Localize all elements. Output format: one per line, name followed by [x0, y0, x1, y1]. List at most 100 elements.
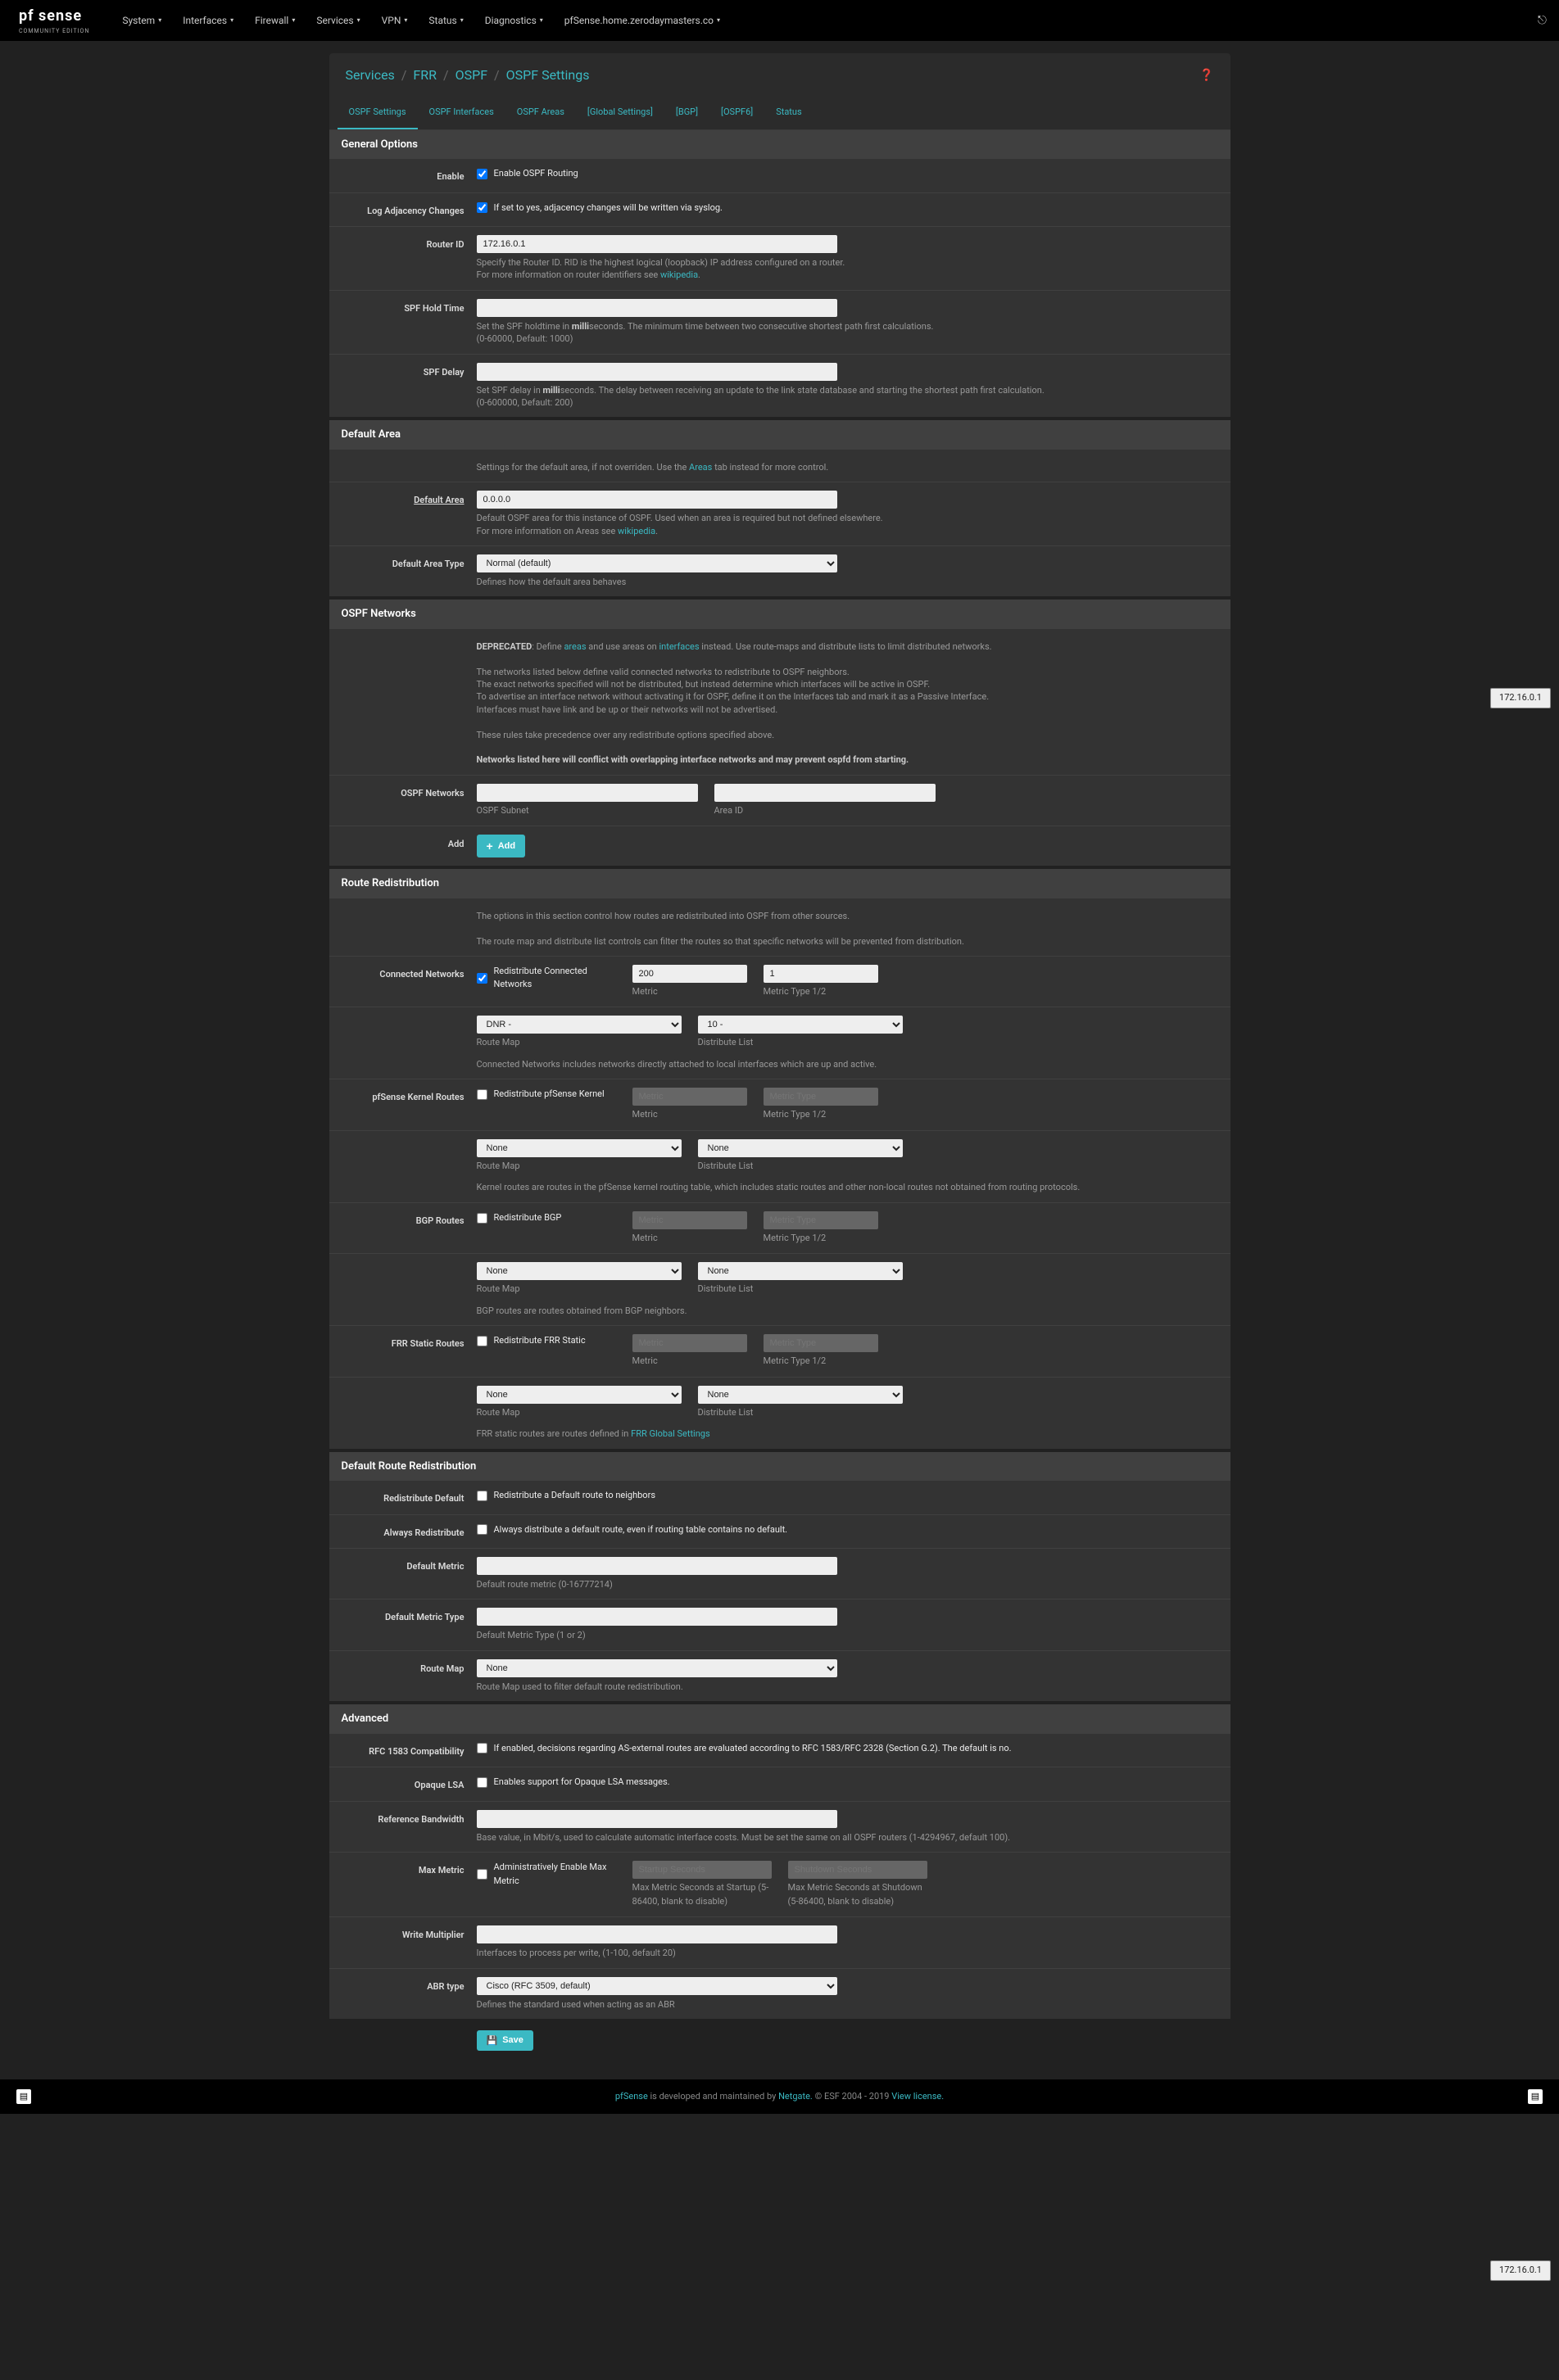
caret-icon: ▾ [158, 16, 161, 25]
crumb-ospf[interactable]: OSPF [455, 66, 487, 85]
input-bgp-metric[interactable] [632, 1211, 747, 1229]
select-frr-distlist[interactable]: None [698, 1386, 903, 1404]
nav-diagnostics[interactable]: Diagnostics▾ [475, 2, 553, 39]
select-frr-routemap[interactable]: None [477, 1386, 682, 1404]
panel-header-default-area: Default Area [329, 420, 1230, 450]
select-defroute-routemap[interactable]: None [477, 1659, 837, 1677]
link-frr-global[interactable]: FRR Global Settings [631, 1428, 710, 1439]
input-default-metric-type[interactable] [477, 1608, 837, 1626]
help-bgp: BGP routes are routes obtained from BGP … [477, 1305, 1214, 1317]
nav-system[interactable]: System▾ [112, 2, 171, 39]
select-default-area-type[interactable]: Normal (default) [477, 554, 837, 572]
brand-logo[interactable]: pf sense COMMUNITY EDITION [12, 2, 96, 39]
link-areas[interactable]: areas [564, 641, 586, 652]
link-pfsense[interactable]: pfSense [615, 2091, 648, 2102]
help-ref-bandwidth: Base value, in Mbit/s, used to calculate… [477, 1831, 1214, 1844]
input-ref-bandwidth[interactable] [477, 1810, 837, 1828]
tab-ospf-settings[interactable]: OSPF Settings [338, 97, 418, 129]
crumb-ospf-settings[interactable]: OSPF Settings [506, 66, 590, 85]
select-bgp-routemap[interactable]: None [477, 1262, 682, 1280]
nav-hostname[interactable]: pfSense.home.zerodaymasters.co▾ [555, 2, 730, 39]
desc-opaque-lsa: Enables support for Opaque LSA messages. [494, 1776, 670, 1790]
select-abr-type[interactable]: Cisco (RFC 3509, default) [477, 1977, 837, 1995]
checkbox-redist-default[interactable] [477, 1491, 487, 1501]
input-conn-metric[interactable] [632, 965, 747, 983]
link-netgate[interactable]: Netgate. [778, 2091, 813, 2102]
desc-log-adjacency: If set to yes, adjacency changes will be… [494, 201, 723, 215]
logout-icon[interactable]: ⎋ [1538, 12, 1547, 29]
nav-interfaces[interactable]: Interfaces▾ [173, 2, 243, 39]
panel-header-ospf-networks: OSPF Networks [329, 600, 1230, 629]
help-router-id: Specify the Router ID. RID is the highes… [477, 256, 1214, 282]
label-spf-delay: SPF Delay [329, 363, 477, 409]
help-deprecated: DEPRECATED: Define areas and use areas o… [477, 640, 1230, 767]
tab-ospf-interfaces[interactable]: OSPF Interfaces [418, 97, 505, 129]
input-spf-hold[interactable] [477, 299, 837, 317]
select-conn-routemap[interactable]: DNR - [477, 1016, 682, 1034]
input-frr-metric[interactable] [632, 1334, 747, 1352]
checkbox-always-redist[interactable] [477, 1524, 487, 1535]
sublabel-metric: Metric [632, 985, 747, 999]
input-ospf-subnet[interactable] [477, 784, 698, 802]
label-default-area[interactable]: Default Area [329, 491, 477, 537]
link-wikipedia-area[interactable]: wikipedia [618, 526, 655, 536]
footer-text: pfSense is developed and maintained by N… [31, 2090, 1528, 2104]
select-kernel-distlist[interactable]: None [698, 1139, 903, 1157]
checkbox-log-adjacency[interactable] [477, 202, 487, 213]
crumb-services[interactable]: Services [346, 66, 395, 85]
input-bgp-mtype[interactable] [764, 1211, 878, 1229]
scroll-top-icon[interactable]: ▤ [16, 2089, 31, 2104]
nav-vpn[interactable]: VPN▾ [372, 2, 418, 39]
checkbox-frr-static[interactable] [477, 1336, 487, 1346]
tab-ospf6[interactable]: [OSPF6] [709, 97, 764, 129]
checkbox-opaque-lsa[interactable] [477, 1777, 487, 1788]
tabs: OSPF Settings OSPF Interfaces OSPF Areas… [329, 97, 1230, 130]
label-bgp-routes: BGP Routes [329, 1211, 477, 1246]
select-conn-distlist[interactable]: 10 - [698, 1016, 903, 1034]
input-conn-mtype[interactable] [764, 965, 878, 983]
input-default-metric[interactable] [477, 1557, 837, 1575]
help-frr-static: FRR static routes are routes defined in … [477, 1428, 1214, 1440]
link-view-license[interactable]: View license. [891, 2091, 944, 2102]
input-write-multiplier[interactable] [477, 1925, 837, 1943]
checkbox-enable[interactable] [477, 169, 487, 179]
desc-always-redist: Always distribute a default route, even … [494, 1523, 788, 1537]
checkbox-connected[interactable] [477, 973, 487, 984]
label-rfc1583: RFC 1583 Compatibility [329, 1742, 477, 1759]
crumb-frr[interactable]: FRR [413, 66, 437, 85]
link-areas-tab[interactable]: Areas [689, 462, 712, 473]
nav-status[interactable]: Status▾ [419, 2, 473, 39]
scroll-bottom-icon[interactable]: ▤ [1528, 2089, 1543, 2104]
link-interfaces[interactable]: interfaces [659, 641, 699, 652]
checkbox-bgp[interactable] [477, 1213, 487, 1224]
nav-firewall[interactable]: Firewall▾ [245, 2, 305, 39]
input-default-area[interactable] [477, 491, 837, 509]
input-kernel-metric[interactable] [632, 1088, 747, 1106]
select-kernel-routemap[interactable]: None [477, 1139, 682, 1157]
tab-status[interactable]: Status [764, 97, 813, 129]
help-icon[interactable]: ❓ [1199, 67, 1213, 84]
tab-ospf-areas[interactable]: OSPF Areas [505, 97, 576, 129]
help-mm-startup: Max Metric Seconds at Startup (5-86400, … [632, 1881, 772, 1908]
label-log-adjacency: Log Adjacency Changes [329, 201, 477, 219]
input-frr-mtype[interactable] [764, 1334, 878, 1352]
plus-icon: + [487, 839, 493, 853]
tab-global-settings[interactable]: [Global Settings] [576, 97, 664, 129]
add-network-button[interactable]: +Add [477, 835, 526, 857]
link-wikipedia-rid[interactable]: wikipedia [660, 269, 698, 280]
label-add: Add [329, 835, 477, 857]
nav-services[interactable]: Services▾ [306, 2, 369, 39]
input-spf-delay[interactable] [477, 363, 837, 381]
checkbox-max-metric[interactable] [477, 1869, 487, 1880]
input-kernel-mtype[interactable] [764, 1088, 878, 1106]
select-bgp-distlist[interactable]: None [698, 1262, 903, 1280]
checkbox-rfc1583[interactable] [477, 1743, 487, 1753]
input-mm-startup[interactable] [632, 1861, 772, 1879]
label-abr-type: ABR type [329, 1977, 477, 2011]
checkbox-kernel[interactable] [477, 1089, 487, 1100]
input-mm-shutdown[interactable] [788, 1861, 927, 1879]
tab-bgp[interactable]: [BGP] [664, 97, 709, 129]
input-area-id[interactable] [714, 784, 936, 802]
save-button[interactable]: 💾Save [477, 2030, 533, 2051]
input-router-id[interactable] [477, 235, 837, 253]
